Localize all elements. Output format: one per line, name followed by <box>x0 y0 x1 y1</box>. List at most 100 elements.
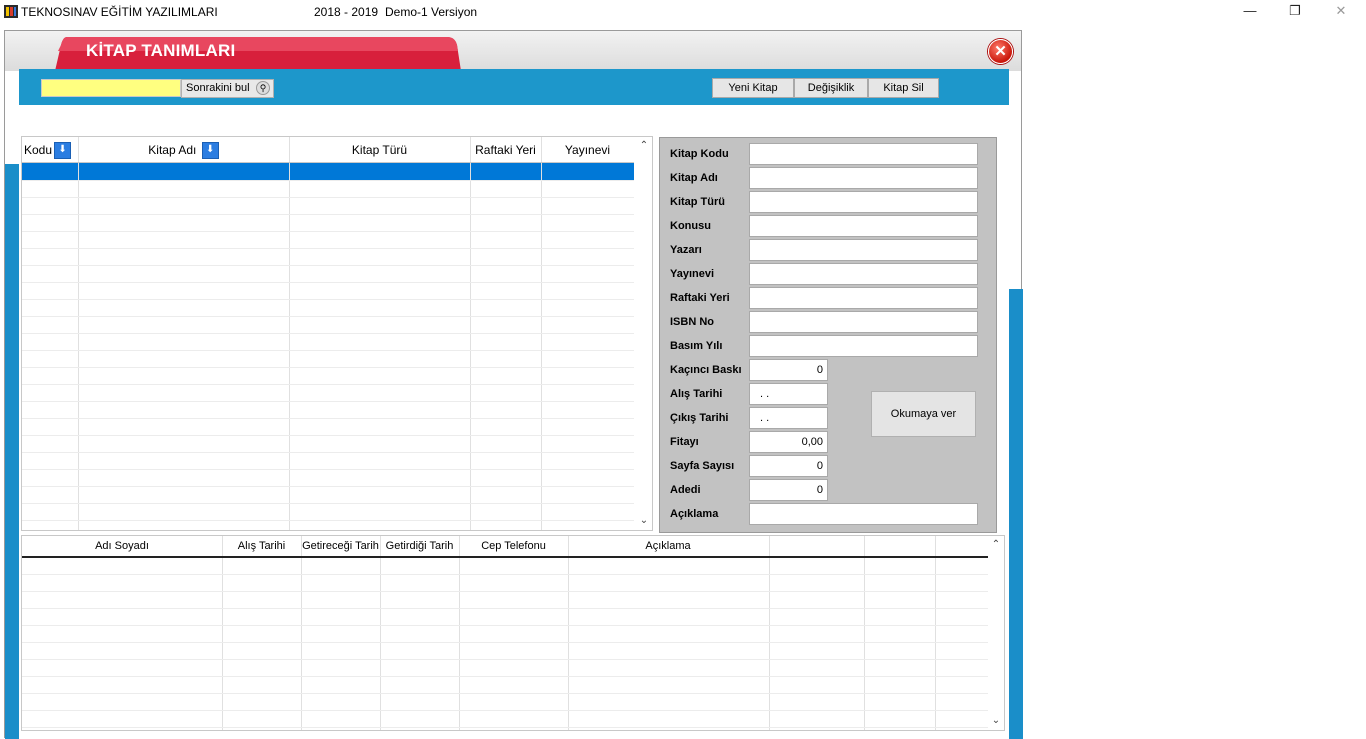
grid-row-line <box>22 333 634 334</box>
form-close-icon[interactable]: ✕ <box>988 39 1013 64</box>
app-version: Demo-1 Versiyon <box>385 5 478 19</box>
books-table[interactable]: Kodu ⬇ Kitap Adı ⬇ Kitap Türü Raftaki Yer… <box>21 136 653 531</box>
grid-row-line <box>22 503 634 504</box>
book-detail-form: Okumaya ver Kitap Kodu Kitap Adı Kitap Tür… <box>659 137 997 533</box>
grid-row-line <box>22 435 634 436</box>
purchase-date-field[interactable]: . . <box>749 383 828 405</box>
grid-row-line <box>22 265 634 266</box>
book-definitions-window: KİTAP TANIMLARI ✕ Sonrakini bul ⚲ Yeni K… <box>4 30 1023 739</box>
loans-scrollbar[interactable]: ⌃ ⌄ <box>988 536 1004 730</box>
column-header-code[interactable]: Kodu ⬇ <box>22 137 80 163</box>
column-header-book-type[interactable]: Kitap Türü <box>289 137 470 163</box>
field-label-price: Fitayı <box>670 436 699 448</box>
search-input[interactable] <box>41 79 181 97</box>
sort-down-icon[interactable]: ⬇ <box>54 142 72 160</box>
restore-icon[interactable]: ❐ <box>1280 2 1310 22</box>
field-label-publisher: Yayınevi <box>670 268 715 280</box>
new-book-button[interactable]: Yeni Kitap <box>712 78 794 98</box>
grid-row-line <box>22 608 988 609</box>
app-title: TEKNOSINAV EĞİTİM YAZILIMLARI <box>21 5 218 19</box>
print-year-field[interactable] <box>749 335 978 357</box>
grid-row-line <box>22 401 634 402</box>
scroll-down-icon[interactable]: ⌄ <box>636 514 652 528</box>
grid-column-divider <box>301 536 302 730</box>
name-field[interactable] <box>749 167 978 189</box>
lend-book-button[interactable]: Okumaya ver <box>871 391 976 437</box>
window-titlebar: TEKNOSINAV EĞİTİM YAZILIMLARI 2018 - 201… <box>0 0 1366 24</box>
subject-field[interactable] <box>749 215 978 237</box>
window-close-icon[interactable]: ✕ <box>1326 2 1356 22</box>
edition-field[interactable]: 0 <box>749 359 828 381</box>
note-field[interactable] <box>749 503 978 525</box>
grid-row-line <box>22 625 988 626</box>
left-accent-bar <box>5 164 19 739</box>
grid-column-divider <box>222 536 223 730</box>
grid-row-line <box>22 452 634 453</box>
shelf-field[interactable] <box>749 287 978 309</box>
grid-row-line <box>22 316 634 317</box>
field-label-code: Kitap Kodu <box>670 148 729 160</box>
grid-row-line <box>22 231 634 232</box>
scroll-down-icon[interactable]: ⌄ <box>988 714 1004 728</box>
grid-row-line <box>22 693 988 694</box>
loans-column-header[interactable]: Alış Tarihi <box>222 536 301 556</box>
grid-row-line <box>22 710 988 711</box>
loans-column-header[interactable]: Getireceği Tarih <box>301 536 380 556</box>
field-label-release-date: Çıkış Tarihi <box>670 412 729 424</box>
count-field[interactable]: 0 <box>749 479 828 501</box>
edit-button[interactable]: Değişiklik <box>794 78 868 98</box>
find-next-label: Sonrakini bul <box>186 82 250 94</box>
scroll-up-icon[interactable]: ⌃ <box>636 139 652 153</box>
loans-column-header[interactable]: Cep Telefonu <box>459 536 568 556</box>
grid-row-line <box>22 469 634 470</box>
grid-column-divider <box>568 536 569 730</box>
minimize-icon[interactable]: — <box>1235 2 1265 22</box>
grid-row-line <box>22 282 634 283</box>
grid-row-line <box>22 727 988 728</box>
field-label-print-year: Basım Yılı <box>670 340 723 352</box>
isbn-field[interactable] <box>749 311 978 333</box>
grid-row-line <box>22 214 634 215</box>
grid-row-line <box>22 591 988 592</box>
column-header-shelf[interactable]: Raftaki Yeri <box>470 137 541 163</box>
field-label-note: Açıklama <box>670 508 719 520</box>
scroll-up-icon[interactable]: ⌃ <box>988 538 1004 552</box>
grid-row-line <box>22 180 634 181</box>
grid-row-line <box>22 350 634 351</box>
column-header-book-name[interactable]: Kitap Adı ⬇ <box>78 137 289 163</box>
grid-column-divider <box>769 536 770 730</box>
grid-header-divider <box>22 162 634 163</box>
release-date-field[interactable]: . . <box>749 407 828 429</box>
loans-table[interactable]: ⌃ ⌄ Adı Soyadı Alış Tarihi Getireceği Tari… <box>21 535 1005 731</box>
delete-book-button[interactable]: Kitap Sil <box>868 78 939 98</box>
loans-column-header[interactable]: Adı Soyadı <box>22 536 222 556</box>
grid-column-divider <box>380 536 381 730</box>
selected-row[interactable] <box>22 163 634 180</box>
sort-down-icon[interactable]: ⬇ <box>201 142 219 160</box>
grid-row-line <box>22 197 634 198</box>
grid-row-line <box>22 367 634 368</box>
grid-row-line <box>22 520 634 521</box>
column-header-publisher[interactable]: Yayınevi <box>541 137 634 163</box>
loans-column-header[interactable]: Getirdiği Tarih <box>380 536 459 556</box>
grid-column-divider <box>459 536 460 730</box>
field-label-name: Kitap Adı <box>670 172 718 184</box>
code-field[interactable] <box>749 143 978 165</box>
author-field[interactable] <box>749 239 978 261</box>
field-label-shelf: Raftaki Yeri <box>670 292 730 304</box>
type-field[interactable] <box>749 191 978 213</box>
form-body: Sonrakini bul ⚲ Yeni Kitap Değişiklik Ki… <box>19 69 1009 737</box>
field-label-count: Adedi <box>670 484 701 496</box>
field-label-subject: Konusu <box>670 220 711 232</box>
field-label-edition: Kaçıncı Baskı <box>670 364 742 376</box>
price-field[interactable]: 0,00 <box>749 431 828 453</box>
find-next-button[interactable]: Sonrakini bul ⚲ <box>181 79 274 98</box>
right-accent-bar <box>1009 289 1023 739</box>
loans-column-header[interactable]: Açıklama <box>568 536 768 556</box>
books-scrollbar[interactable]: ⌃ ⌄ <box>636 137 652 530</box>
pages-field[interactable]: 0 <box>749 455 828 477</box>
form-title: KİTAP TANIMLARI <box>86 41 236 60</box>
field-label-isbn: ISBN No <box>670 316 714 328</box>
app-icon <box>4 5 18 18</box>
publisher-field[interactable] <box>749 263 978 285</box>
